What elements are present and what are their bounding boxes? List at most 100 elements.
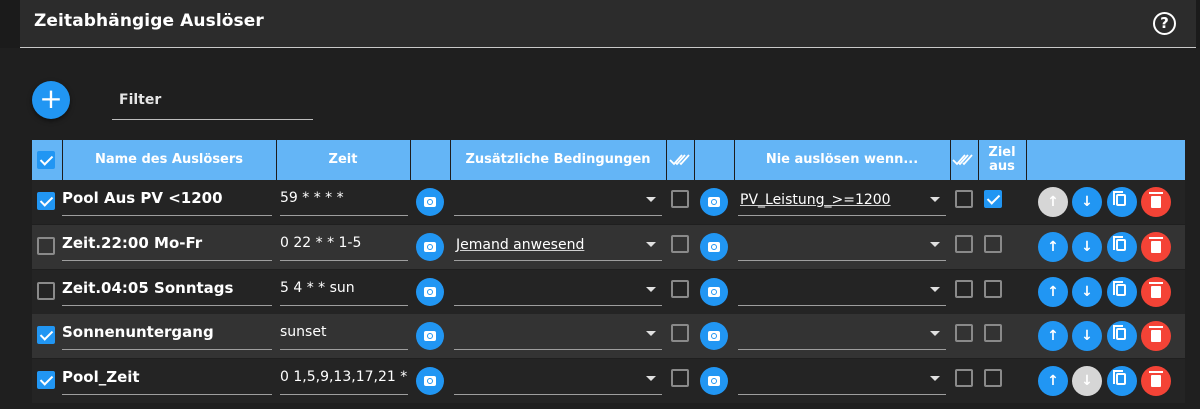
enabled-checkbox[interactable] (37, 371, 55, 389)
time-picker-button[interactable] (416, 278, 444, 306)
column-header-time[interactable]: Zeit (276, 140, 410, 180)
enabled-checkbox[interactable] (37, 237, 55, 255)
trash-icon (1149, 326, 1163, 342)
column-header-never[interactable]: Nie auslösen wenn... (734, 140, 950, 180)
never-trigger-checkbox[interactable] (955, 190, 973, 208)
never-trigger-select[interactable] (738, 231, 946, 261)
copy-icon (1113, 325, 1126, 340)
delete-button[interactable] (1141, 321, 1171, 351)
never-trigger-checkbox[interactable] (955, 324, 973, 342)
condition-select[interactable] (454, 320, 662, 350)
never-trigger-select[interactable] (738, 365, 946, 395)
add-trigger-button[interactable]: + (32, 81, 70, 119)
cron-time-field[interactable]: 0 22 * * 1-5 (280, 231, 408, 261)
move-down-button[interactable]: ↓ (1072, 366, 1102, 396)
cron-time-field[interactable]: 59 * * * * (280, 186, 408, 216)
condition-select[interactable] (454, 365, 662, 395)
move-up-button[interactable]: ↑ (1038, 187, 1068, 217)
trash-icon (1149, 237, 1163, 253)
move-down-button[interactable]: ↓ (1072, 321, 1102, 351)
copy-button[interactable] (1107, 277, 1137, 307)
move-down-button[interactable]: ↓ (1072, 232, 1102, 262)
never-trigger-select[interactable] (738, 320, 946, 350)
condition-picker-button[interactable] (700, 367, 728, 395)
delete-button[interactable] (1141, 187, 1171, 217)
filter-input[interactable]: Filter (112, 84, 313, 120)
delete-button[interactable] (1141, 366, 1171, 396)
trash-icon (1149, 192, 1163, 208)
move-down-button[interactable]: ↓ (1072, 187, 1102, 217)
time-picker-button[interactable] (416, 322, 444, 350)
table-row: Sonnenuntergang sunset ↑ ↓ (32, 314, 1185, 358)
condition-checkbox[interactable] (671, 369, 689, 387)
table-header: Name des Auslösers Zeit Zusätzliche Bedi… (32, 140, 1185, 180)
move-up-button[interactable]: ↑ (1038, 366, 1068, 396)
copy-button[interactable] (1107, 187, 1137, 217)
dropdown-arrow-icon (930, 376, 940, 381)
move-up-button[interactable]: ↑ (1038, 321, 1068, 351)
condition-select[interactable]: Jemand anwesend (454, 231, 662, 261)
enabled-checkbox[interactable] (37, 282, 55, 300)
trigger-name-field[interactable]: Pool Aus PV <1200 (62, 186, 272, 216)
select-all-checkbox[interactable] (37, 151, 55, 169)
condition-picker-button[interactable] (700, 188, 728, 216)
condition-picker-button[interactable] (700, 322, 728, 350)
picker-icon (708, 376, 720, 386)
cron-time-field[interactable]: 0 1,5,9,13,17,21 * * (280, 365, 408, 395)
copy-button[interactable] (1107, 366, 1137, 396)
condition-picker-button[interactable] (700, 233, 728, 261)
column-header-conditions[interactable]: Zusätzliche Bedingungen (450, 140, 666, 180)
copy-button[interactable] (1107, 321, 1137, 351)
time-picker-button[interactable] (416, 367, 444, 395)
trigger-name-field[interactable]: Sonnenuntergang (62, 320, 272, 350)
time-picker-button[interactable] (416, 233, 444, 261)
target-off-checkbox[interactable] (984, 369, 1002, 387)
trigger-name-field[interactable]: Zeit.04:05 Sonntags (62, 276, 272, 306)
filter-label: Filter (119, 92, 162, 108)
dropdown-arrow-icon (646, 197, 656, 202)
condition-checkbox[interactable] (671, 324, 689, 342)
condition-checkbox[interactable] (671, 235, 689, 253)
move-up-button[interactable]: ↑ (1038, 277, 1068, 307)
copy-button[interactable] (1107, 232, 1137, 262)
enabled-checkbox[interactable] (37, 326, 55, 344)
never-trigger-checkbox[interactable] (955, 280, 973, 298)
dropdown-arrow-icon (930, 331, 940, 336)
double-check-icon[interactable] (952, 152, 974, 168)
never-trigger-value: PV_Leistung_>=1200 (740, 192, 891, 208)
never-trigger-checkbox[interactable] (955, 235, 973, 253)
never-trigger-checkbox[interactable] (955, 369, 973, 387)
picker-icon (424, 376, 436, 386)
time-picker-button[interactable] (416, 188, 444, 216)
move-up-button[interactable]: ↑ (1038, 232, 1068, 262)
column-header-target-off[interactable]: Ziel aus (978, 140, 1026, 180)
delete-button[interactable] (1141, 232, 1171, 262)
condition-checkbox[interactable] (671, 280, 689, 298)
double-check-icon[interactable] (669, 152, 691, 168)
target-off-checkbox[interactable] (984, 324, 1002, 342)
table-row: Pool_Zeit 0 1,5,9,13,17,21 * * ↑ ↓ (32, 359, 1185, 403)
enabled-checkbox[interactable] (37, 192, 55, 210)
target-off-checkbox[interactable] (984, 235, 1002, 253)
condition-picker-button[interactable] (700, 278, 728, 306)
help-icon[interactable]: ? (1153, 12, 1176, 35)
condition-select[interactable] (454, 276, 662, 306)
delete-button[interactable] (1141, 277, 1171, 307)
cron-time-field[interactable]: sunset (280, 320, 408, 350)
move-down-button[interactable]: ↓ (1072, 277, 1102, 307)
column-header-name[interactable]: Name des Auslösers (62, 140, 276, 180)
dropdown-arrow-icon (646, 376, 656, 381)
never-trigger-select[interactable] (738, 276, 946, 306)
cron-time-field[interactable]: 5 4 * * sun (280, 276, 408, 306)
condition-checkbox[interactable] (671, 190, 689, 208)
never-trigger-select[interactable]: PV_Leistung_>=1200 (738, 186, 946, 216)
copy-icon (1113, 191, 1126, 206)
dropdown-arrow-icon (930, 197, 940, 202)
target-off-checkbox[interactable] (984, 280, 1002, 298)
target-off-checkbox[interactable] (984, 190, 1002, 208)
picker-icon (424, 287, 436, 297)
trigger-name-field[interactable]: Pool_Zeit (62, 365, 272, 395)
target-off-label-2: aus (989, 159, 1015, 174)
condition-select[interactable] (454, 186, 662, 216)
trigger-name-field[interactable]: Zeit.22:00 Mo-Fr (62, 231, 272, 261)
